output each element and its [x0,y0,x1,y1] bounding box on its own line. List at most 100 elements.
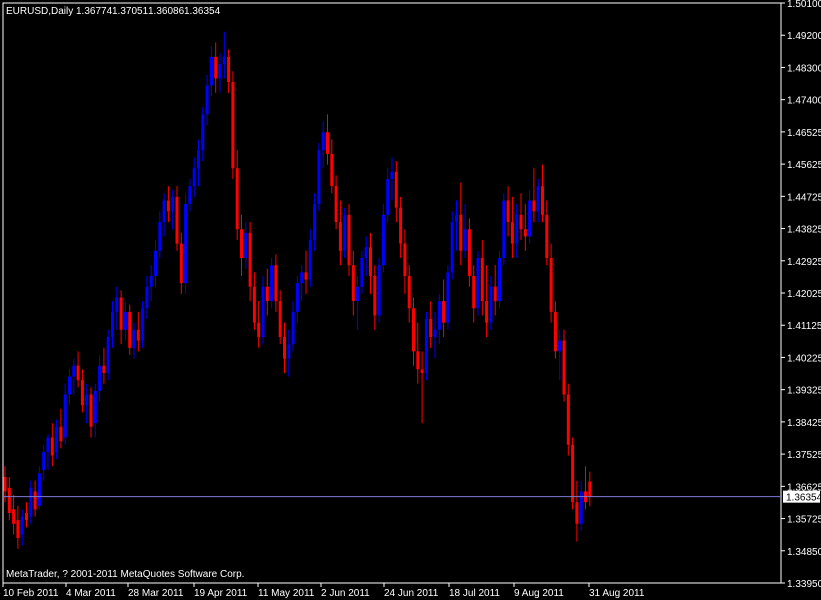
candle[interactable] [476,250,480,316]
candle[interactable] [304,250,308,294]
candle[interactable] [68,369,71,406]
candle[interactable] [459,182,463,266]
candle[interactable] [248,222,252,302]
candle[interactable] [351,250,355,316]
candle[interactable] [330,139,334,194]
candle[interactable] [162,193,166,237]
candle[interactable] [197,139,200,187]
candle[interactable] [80,369,84,413]
candle[interactable] [287,329,291,377]
time-axis[interactable]: 10 Feb 2011 4 Mar 2011 28 Mar 2011 19 Apr 2… [2,583,645,599]
candle[interactable] [25,502,28,528]
candle[interactable] [502,193,506,266]
candle[interactable] [433,311,437,359]
candle[interactable] [308,229,312,287]
candle[interactable] [214,42,218,93]
candle[interactable] [575,480,579,542]
candle[interactable] [338,200,342,266]
candle[interactable] [205,74,209,126]
candle[interactable] [390,157,394,201]
candle[interactable] [450,211,454,280]
candle[interactable] [111,301,114,348]
candle[interactable] [20,509,24,546]
candle[interactable] [72,358,76,395]
candle[interactable] [300,265,304,302]
candle[interactable] [562,329,566,402]
candle[interactable] [347,204,351,276]
candle[interactable] [7,477,11,521]
candle[interactable] [412,297,415,366]
candle[interactable] [76,351,80,388]
candle[interactable] [467,218,471,287]
candle[interactable] [442,279,446,337]
candle[interactable] [553,301,557,359]
candle[interactable] [549,243,553,323]
candle[interactable] [231,71,235,179]
candle[interactable] [472,265,476,323]
candle[interactable] [175,186,179,251]
candle[interactable] [566,383,570,456]
candle[interactable] [528,189,532,244]
candle[interactable] [446,265,450,330]
candle[interactable] [270,257,274,309]
candle[interactable] [403,229,407,294]
candle[interactable] [498,250,501,309]
candle[interactable] [386,168,390,223]
candle[interactable] [356,275,360,330]
candle[interactable] [119,290,123,345]
candle[interactable] [317,143,321,212]
candle[interactable] [326,114,329,165]
candle[interactable] [240,214,243,276]
candle[interactable] [179,232,183,294]
candle[interactable] [123,301,127,341]
candle[interactable] [12,495,16,535]
candle[interactable] [489,275,493,330]
candle[interactable] [571,437,575,510]
candle[interactable] [222,31,226,79]
candle[interactable] [46,433,50,470]
candle[interactable] [579,480,583,531]
candle[interactable] [235,150,239,241]
candle[interactable] [42,444,46,481]
candle[interactable] [377,257,381,323]
candle[interactable] [532,168,536,223]
candle[interactable] [407,265,411,323]
candle[interactable] [381,204,385,273]
candle[interactable] [515,204,519,258]
candle[interactable] [265,268,269,316]
candle[interactable] [420,351,424,424]
candle[interactable] [558,329,562,381]
candle[interactable] [536,178,540,223]
candle[interactable] [115,286,119,330]
candle[interactable] [523,204,527,251]
candle[interactable] [321,121,325,169]
candle[interactable] [93,383,97,438]
candle[interactable] [373,265,377,330]
candle[interactable] [201,107,205,162]
candle[interactable] [510,196,514,258]
candle[interactable] [429,301,433,348]
candle[interactable] [89,387,93,438]
candle[interactable] [192,157,196,197]
candle[interactable] [343,207,347,258]
candle[interactable] [283,322,286,373]
candle[interactable] [136,311,140,352]
candle[interactable] [154,240,157,287]
candle[interactable] [399,196,403,258]
candle[interactable] [313,193,317,251]
candle[interactable] [85,383,89,424]
candle[interactable] [334,175,338,230]
candle[interactable] [506,186,510,237]
candle[interactable] [394,161,398,223]
candle[interactable] [50,423,54,467]
candle[interactable] [291,301,295,352]
chart-window[interactable]: 1.50100 1.49200 1.48300 1.47400 1.46525 1.456… [0,0,821,600]
candle[interactable] [98,354,102,402]
candle[interactable] [274,254,278,312]
candle[interactable] [149,265,153,302]
candle[interactable] [55,419,59,460]
candle[interactable] [63,383,67,445]
candle[interactable] [218,53,222,93]
candle[interactable] [493,265,497,316]
candle[interactable] [541,164,544,223]
